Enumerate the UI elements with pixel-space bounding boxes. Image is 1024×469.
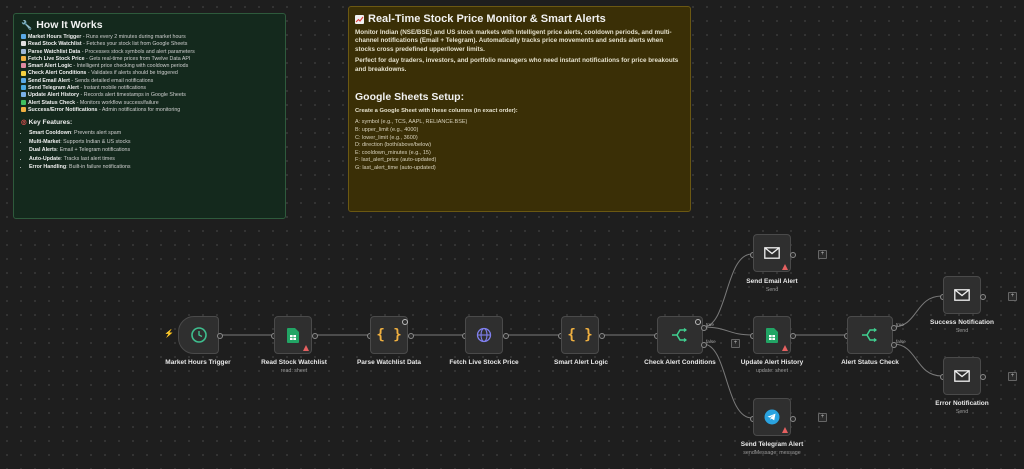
read-sheet-warning-icon — [303, 345, 309, 351]
alert-status-check-label: Alert Status Check — [841, 359, 899, 366]
telegram-add-button[interactable]: + — [818, 413, 827, 422]
send-email-alert-label: Send Email Alert — [746, 278, 798, 285]
market-hours-trigger-node[interactable] — [178, 316, 219, 354]
update-warning-icon — [782, 345, 788, 351]
envelope-icon — [764, 247, 780, 259]
success-output-port[interactable] — [980, 294, 986, 300]
send-telegram-alert-sub: sendMessage: message — [743, 450, 801, 456]
telegram-icon — [764, 409, 780, 425]
envelope-icon — [954, 289, 970, 301]
check-settings-icon — [695, 319, 701, 325]
telegram-warning-icon — [782, 427, 788, 433]
smart-output-port[interactable] — [599, 333, 605, 339]
error-notification-sub: Send — [955, 409, 969, 415]
read-sheet-output-port[interactable] — [312, 333, 318, 339]
error-output-port[interactable] — [980, 374, 986, 380]
success-add-button[interactable]: + — [1008, 292, 1017, 301]
update-alert-history-sub: update: sheet — [755, 368, 789, 374]
fetch-live-stock-price-node[interactable] — [465, 316, 503, 354]
workflow-connections — [219, 253, 943, 419]
code-braces-icon: { } — [376, 327, 402, 343]
email-add-button[interactable]: + — [818, 250, 827, 259]
globe-icon — [476, 327, 492, 343]
google-sheets-icon — [766, 327, 778, 343]
google-sheets-icon — [287, 327, 299, 343]
success-notification-sub: Send — [955, 328, 969, 334]
email-output-port[interactable] — [790, 252, 796, 258]
code-braces-icon: { } — [567, 327, 593, 343]
smart-alert-logic-node[interactable]: { } — [561, 316, 599, 354]
error-add-button[interactable]: + — [1008, 372, 1017, 381]
check-false-label: false — [706, 339, 716, 344]
error-notification-label: Error Notification — [935, 400, 989, 407]
parse-settings-icon — [402, 319, 408, 325]
success-notification-node[interactable] — [943, 276, 981, 314]
send-email-alert-sub: Send — [765, 287, 779, 293]
update-output-port[interactable] — [790, 333, 796, 339]
clock-icon — [190, 327, 207, 343]
wire-check-update — [702, 326, 753, 336]
status-false-label: false — [896, 339, 906, 344]
if-branch-icon — [862, 328, 877, 342]
trigger-bolt-icon: ⚡ — [164, 329, 174, 338]
envelope-icon — [954, 370, 970, 382]
fetch-output-port[interactable] — [503, 333, 509, 339]
check-false-add-button[interactable]: + — [731, 339, 740, 348]
wire-check-telegram — [702, 343, 753, 419]
check-true-label: true — [706, 322, 714, 327]
if-branch-icon — [672, 328, 687, 342]
send-telegram-alert-label: Send Telegram Alert — [740, 441, 804, 448]
success-notification-label: Success Notification — [930, 319, 994, 326]
parse-output-port[interactable] — [408, 333, 414, 339]
read-stock-watchlist-sub: read: sheet — [280, 368, 308, 374]
alert-status-check-node[interactable] — [847, 316, 893, 354]
trigger-output-port[interactable] — [217, 333, 223, 339]
telegram-output-port[interactable] — [790, 416, 796, 422]
error-notification-node[interactable] — [943, 357, 981, 395]
email-warning-icon — [782, 264, 788, 270]
